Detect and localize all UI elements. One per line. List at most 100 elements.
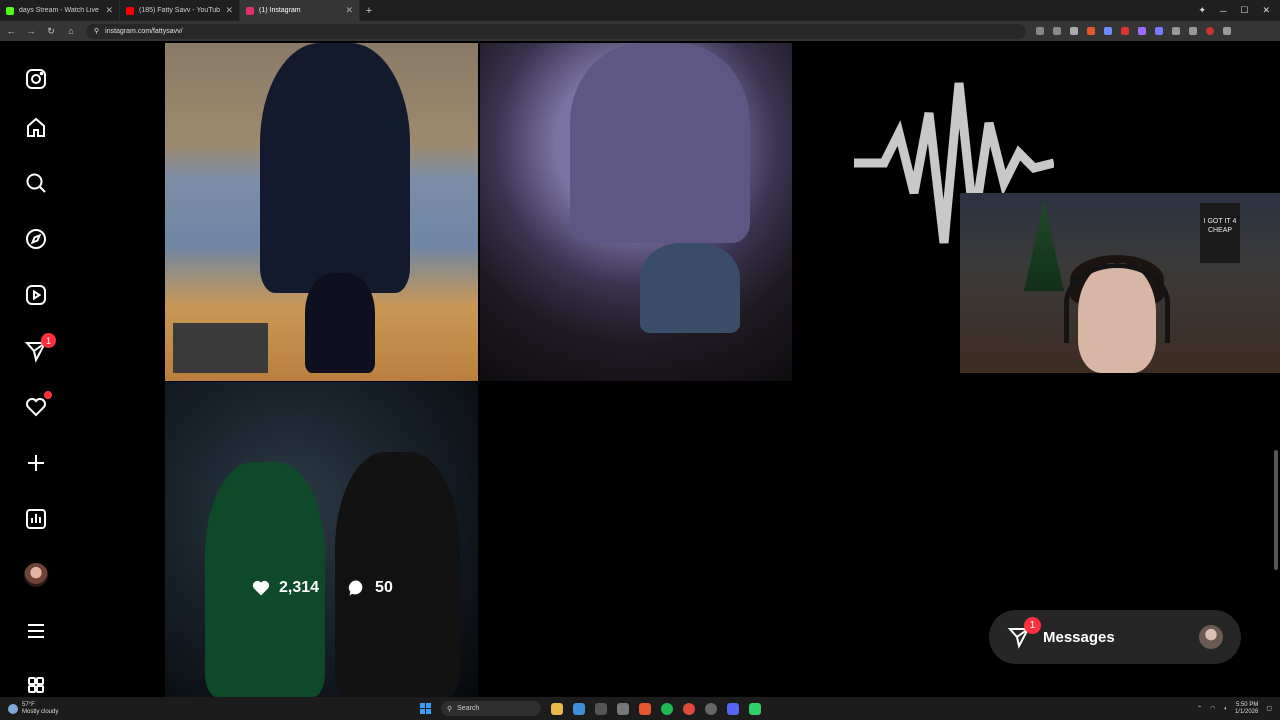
- spotify-icon[interactable]: [661, 702, 673, 715]
- post-hover-stats: 2,314 50: [251, 578, 393, 598]
- dashboard-chart-icon[interactable]: [22, 505, 50, 533]
- url-field[interactable]: ⚲ instagram.com/fattysavv/: [86, 23, 1026, 39]
- messages-button[interactable]: 1 Messages: [989, 610, 1241, 664]
- url-text: instagram.com/fattysavv/: [105, 27, 183, 35]
- brave-icon[interactable]: [639, 702, 651, 715]
- extension-icon[interactable]: [1138, 27, 1146, 35]
- more-menu-icon[interactable]: [22, 617, 50, 645]
- system-tray: ⌃ ◠ ◖ 5:50 PM 1/1/2026 ▢: [1197, 697, 1280, 720]
- person-figure: [570, 43, 750, 243]
- maximize-icon[interactable]: ☐: [1240, 5, 1248, 16]
- puzzle-icon[interactable]: [1172, 27, 1180, 35]
- clock[interactable]: 5:50 PM 1/1/2026: [1235, 702, 1258, 716]
- likes-value: 2,314: [279, 579, 320, 596]
- chevron-up-icon[interactable]: ⌃: [1197, 705, 1202, 712]
- extension-icon[interactable]: [1155, 27, 1163, 35]
- extensions-star-icon[interactable]: ✦: [1198, 5, 1206, 16]
- headset: [1064, 263, 1170, 343]
- window-controls: ✦ ─ ☐ ✕: [1198, 0, 1280, 21]
- settings-icon[interactable]: [617, 702, 629, 715]
- home-icon[interactable]: ⌂: [66, 26, 76, 36]
- profile-avatar[interactable]: [22, 561, 50, 589]
- tab-instagram[interactable]: (1) Instagram ✕: [240, 0, 360, 21]
- doormat: [173, 323, 268, 373]
- minimize-icon[interactable]: ─: [1220, 6, 1226, 16]
- notifications-bell-icon[interactable]: ▢: [1266, 705, 1272, 712]
- app-icon[interactable]: [705, 702, 717, 715]
- instagram-logo-icon[interactable]: [22, 65, 50, 93]
- sidebar-icon[interactable]: [1189, 27, 1197, 35]
- tab-title: days Stream - Watch Live on K: [19, 7, 100, 14]
- tab-kick[interactable]: days Stream - Watch Live on K ✕: [0, 0, 120, 21]
- address-bar-row: ← → ↻ ⌂ ⚲ instagram.com/fattysavv/: [0, 21, 1280, 41]
- close-icon[interactable]: ✕: [345, 5, 353, 16]
- post-thumbnail-kitchen[interactable]: [165, 43, 478, 381]
- windows-start-icon[interactable]: [420, 703, 431, 714]
- taskbar-search-label: Search: [457, 705, 480, 712]
- app-icon[interactable]: [595, 702, 607, 715]
- page-scrollbar[interactable]: [1274, 450, 1278, 570]
- file-explorer-icon[interactable]: [551, 702, 563, 715]
- temperature: 57°F: [22, 701, 35, 708]
- chrome-icon[interactable]: [683, 702, 695, 715]
- back-icon[interactable]: ←: [6, 26, 16, 36]
- extension-icon[interactable]: [1104, 27, 1112, 35]
- notification-badge: 1: [41, 333, 56, 348]
- bookmark-star-icon[interactable]: [1070, 27, 1078, 35]
- menu-kebab-icon[interactable]: [1223, 27, 1231, 35]
- search-icon: ⚲: [447, 705, 453, 713]
- direct-messages-icon[interactable]: 1: [22, 333, 56, 365]
- person-legs: [305, 273, 375, 373]
- site-info-icon[interactable]: ⚲: [94, 27, 99, 35]
- wifi-icon[interactable]: ◠: [1210, 705, 1215, 712]
- person-figure: [335, 452, 460, 697]
- close-icon[interactable]: ✕: [225, 5, 233, 16]
- reels-icon[interactable]: [22, 281, 50, 309]
- home-icon[interactable]: [22, 114, 50, 142]
- tab-title: (1) Instagram: [259, 7, 301, 14]
- new-tab-button[interactable]: +: [360, 5, 378, 17]
- taskbar-search[interactable]: ⚲ Search: [441, 701, 541, 716]
- app-icon[interactable]: [749, 702, 761, 715]
- search-icon[interactable]: [22, 169, 50, 197]
- extension-icon[interactable]: [1087, 27, 1095, 35]
- instagram-favicon-icon: [246, 6, 254, 15]
- heart-icon: [252, 580, 270, 596]
- app-icon[interactable]: [573, 702, 585, 715]
- close-icon[interactable]: ✕: [105, 5, 113, 16]
- date: 1/1/2026: [1234, 708, 1259, 715]
- post-thumbnail-hoodie[interactable]: [480, 43, 792, 381]
- reload-icon[interactable]: ↻: [46, 26, 56, 37]
- window-close-icon[interactable]: ✕: [1262, 5, 1270, 16]
- post-thumbnail-night-photo[interactable]: [165, 382, 478, 697]
- discord-icon[interactable]: [727, 702, 739, 715]
- extension-toolbar: [1036, 27, 1231, 35]
- browser-tab-bar: days Stream - Watch Live on K ✕ (185) Fa…: [0, 0, 1280, 21]
- notifications-heart-icon[interactable]: [22, 391, 52, 421]
- avatar: [1199, 625, 1223, 649]
- forward-icon[interactable]: →: [26, 26, 36, 36]
- cast-icon[interactable]: [1036, 27, 1044, 35]
- volume-icon[interactable]: ◖: [1223, 706, 1227, 712]
- comments-value: 50: [375, 579, 393, 596]
- christmas-tree: [1024, 201, 1064, 291]
- extension-icon[interactable]: [1121, 27, 1129, 35]
- person-legs: [640, 243, 740, 333]
- cloudy-weather-icon: [8, 703, 18, 714]
- kick-favicon-icon: [6, 6, 14, 15]
- messages-label: Messages: [1043, 628, 1115, 646]
- explore-compass-icon[interactable]: [22, 225, 50, 253]
- weather-widget[interactable]: 57°F Mostly cloudy: [0, 702, 420, 716]
- webcam-overlay: I GOT IT 4 CHEAP: [960, 193, 1280, 373]
- windows-taskbar: 57°F Mostly cloudy ⚲ Search ⌃ ◠ ◖ 5:50 P…: [0, 697, 1280, 720]
- tab-title: (185) Fatty Savv - YouTube: [139, 7, 221, 14]
- profile-icon[interactable]: [1206, 27, 1214, 35]
- messages-badge: 1: [1024, 617, 1041, 634]
- comments-count: 50: [347, 578, 393, 598]
- tab-youtube[interactable]: (185) Fatty Savv - YouTube ✕: [120, 0, 240, 21]
- person-figure: [260, 43, 410, 293]
- instagram-sidebar: 1: [0, 41, 72, 697]
- zoom-icon[interactable]: [1053, 27, 1061, 35]
- likes-count: 2,314: [251, 578, 319, 598]
- create-plus-icon[interactable]: [22, 449, 50, 477]
